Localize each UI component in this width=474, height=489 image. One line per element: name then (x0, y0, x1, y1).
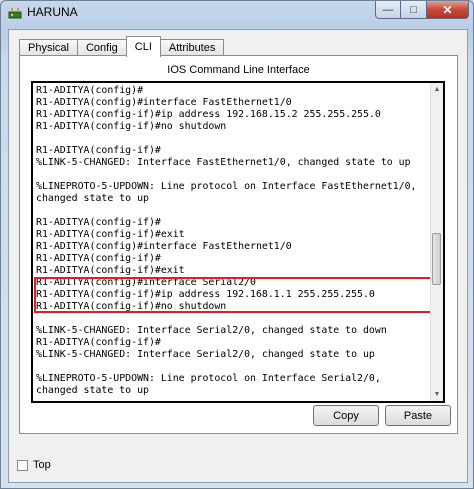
console-line: %LINEPROTO-5-UPDOWN: Line protocol on In… (36, 373, 381, 384)
app-window: HARUNA — □ ✕ Physical Config CLI Attribu… (0, 0, 474, 489)
cli-panel-title: IOS Command Line Interface (167, 64, 310, 76)
tab-config[interactable]: Config (76, 39, 127, 56)
console-line: R1-ADITYA(config-if)#ip address 192.168.… (36, 109, 381, 120)
console-line: R1-ADITYA(config-if)# (36, 337, 161, 348)
client-area: Physical Config CLI Attributes IOS Comma… (8, 29, 468, 483)
console-line: R1-ADITYA(config)#interface FastEthernet… (36, 241, 292, 252)
console-line: R1-ADITYA(config-if)#exit (36, 229, 185, 240)
window-title: HARUNA (27, 5, 78, 19)
console-line: R1-ADITYA(config)# (36, 85, 144, 96)
paste-button[interactable]: Paste (385, 405, 451, 426)
window-controls: — □ ✕ (375, 1, 469, 19)
console-line: R1-ADITYA(config-if)# (36, 217, 161, 228)
console-line: %LINEPROTO-5-UPDOWN: Line protocol on In… (36, 181, 417, 192)
copy-button[interactable]: Copy (313, 405, 379, 426)
console-line: R1-ADITYA(config-if)#no shutdown (36, 121, 227, 132)
cli-panel: IOS Command Line Interface R1-ADITYA(con… (19, 55, 458, 434)
tab-attributes[interactable]: Attributes (159, 39, 225, 56)
console-line: %LINK-5-CHANGED: Interface Serial2/0, ch… (36, 349, 375, 360)
top-checkbox[interactable] (17, 459, 28, 471)
console-line: changed state to up (36, 193, 149, 204)
tab-cli[interactable]: CLI (125, 36, 161, 57)
scroll-up-arrow-icon[interactable]: ▲ (431, 83, 443, 96)
console-scrollbar[interactable]: ▲ ▼ (430, 83, 443, 401)
minimize-button[interactable]: — (375, 1, 401, 19)
scroll-down-arrow-icon[interactable]: ▼ (431, 388, 443, 401)
close-button[interactable]: ✕ (427, 1, 469, 19)
highlight-annotation (34, 277, 432, 313)
console-output[interactable]: R1-ADITYA(config)# R1-ADITYA(config)#inte… (36, 85, 430, 397)
top-checkbox-label: Top (33, 459, 51, 471)
console-line: R1-ADITYA(config-if)# (36, 145, 161, 156)
console-line: R1-ADITYA(config-if)#exit (36, 265, 185, 276)
console-line: R1-ADITYA(config)#interface FastEthernet… (36, 97, 292, 108)
tab-strip: Physical Config CLI Attributes (19, 36, 225, 57)
maximize-button[interactable]: □ (401, 1, 427, 19)
cli-console[interactable]: R1-ADITYA(config)# R1-ADITYA(config)#inte… (31, 81, 445, 403)
console-line: %LINK-5-CHANGED: Interface FastEthernet1… (36, 157, 411, 168)
router-app-icon (8, 8, 22, 19)
title-bar[interactable]: HARUNA — □ ✕ (1, 1, 473, 25)
console-line: R1-ADITYA(config-if)# (36, 253, 161, 264)
top-option: Top (17, 459, 51, 471)
scroll-thumb[interactable] (432, 233, 441, 285)
console-line: changed state to up (36, 385, 149, 396)
tab-physical[interactable]: Physical (19, 39, 78, 56)
console-line: %LINK-5-CHANGED: Interface Serial2/0, ch… (36, 325, 387, 336)
